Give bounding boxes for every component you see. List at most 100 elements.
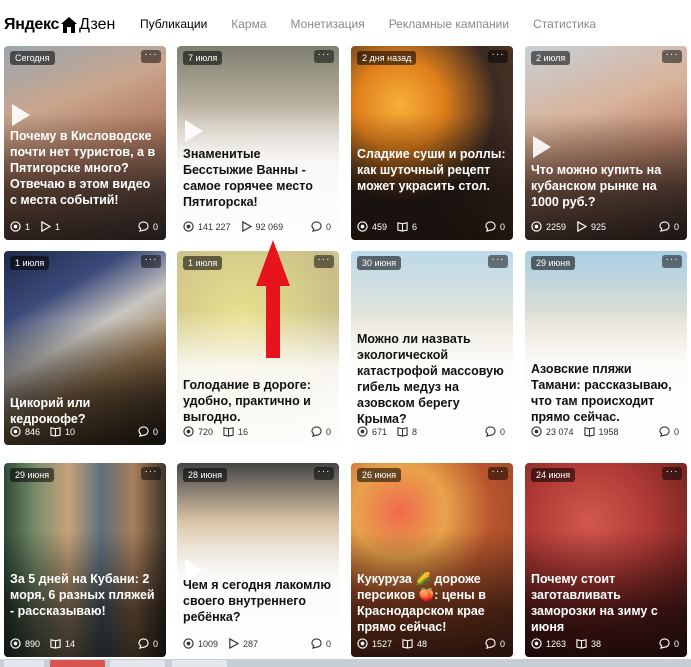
reads-stat: 92 069 xyxy=(241,220,283,234)
reads-stat: 6 xyxy=(397,221,417,234)
book-icon xyxy=(223,426,238,439)
nav-karma[interactable]: Карма xyxy=(231,17,266,31)
card-title: Можно ли назвать экологической катастроф… xyxy=(357,332,504,426)
book-icon xyxy=(402,638,417,651)
card-stats: 1009 287 0 xyxy=(183,637,333,651)
comments-stat: 0 xyxy=(485,425,505,439)
taskbar-button[interactable] xyxy=(110,660,165,667)
views-stat: 720 xyxy=(183,425,213,439)
reads-stat: 14 xyxy=(50,638,75,651)
publication-card[interactable]: 7 июля ··· Знаменитые Бесстыжие Ванны - са… xyxy=(177,46,339,240)
more-options-icon[interactable]: ··· xyxy=(141,255,161,268)
taskbar-button[interactable] xyxy=(50,660,105,667)
more-options-icon[interactable]: ··· xyxy=(662,255,682,268)
comments-count: 0 xyxy=(673,639,679,649)
publication-card[interactable]: Сегодня ··· Почему в Кисловодске почти нет… xyxy=(4,46,166,240)
more-options-icon[interactable]: ··· xyxy=(488,255,508,268)
reads-count: 1958 xyxy=(598,427,619,437)
more-options-icon[interactable]: ··· xyxy=(662,467,682,480)
yandex-zen-logo[interactable]: Яндекс Дзен xyxy=(4,14,115,36)
card-date: 28 июня xyxy=(183,468,228,482)
views-stat: 846 xyxy=(10,425,41,439)
play-icon[interactable] xyxy=(185,120,203,142)
publication-card[interactable]: 24 июня ··· Почему стоит заготавливать зам… xyxy=(525,463,687,657)
reads-count: 48 xyxy=(417,639,428,649)
card-date: 7 июля xyxy=(183,51,223,65)
book-icon xyxy=(583,426,599,439)
reads-count: 16 xyxy=(238,427,249,437)
more-options-icon[interactable]: ··· xyxy=(488,467,508,480)
reads-stat: 48 xyxy=(402,638,427,651)
nav-statistics[interactable]: Статистика xyxy=(533,17,596,31)
comments-stat: 0 xyxy=(659,637,679,651)
eye-icon xyxy=(10,637,25,651)
publication-card[interactable]: 1 июля ··· Цикорий или кедрокофе? 846 10 0 xyxy=(4,251,166,445)
card-date: 2 дня назад xyxy=(357,51,417,65)
more-options-icon[interactable]: ··· xyxy=(314,50,334,63)
publication-card[interactable]: 29 июня ··· Азовские пляжи Тамани: рассказ… xyxy=(525,251,687,445)
card-title: Почему в Кисловодске почти нет туристов,… xyxy=(10,129,156,207)
reads-count: 38 xyxy=(591,639,602,649)
views-stat: 1009 xyxy=(183,637,218,651)
views-stat: 2259 xyxy=(531,220,566,234)
comments-stat: 0 xyxy=(311,220,331,234)
comments-stat: 0 xyxy=(138,220,158,234)
nav-publications[interactable]: Публикации xyxy=(140,17,207,31)
comment-icon xyxy=(311,637,326,651)
publication-card[interactable]: 2 июля ··· Что можно купить на кубанском р… xyxy=(525,46,687,240)
nav-monetization[interactable]: Монетизация xyxy=(291,17,365,31)
card-title: Цикорий или кедрокофе? xyxy=(10,396,91,426)
publication-card[interactable]: 28 июня ··· Чем я сегодня лакомлю своего в… xyxy=(177,463,339,657)
card-stats: 1263 38 0 xyxy=(531,637,681,651)
reads-count: 14 xyxy=(65,639,76,649)
card-title: Сладкие суши и роллы: как шуточный рецеп… xyxy=(357,147,506,193)
comment-icon xyxy=(138,425,153,439)
views-stat: 671 xyxy=(357,425,387,439)
more-options-icon[interactable]: ··· xyxy=(141,50,161,63)
reads-count: 925 xyxy=(591,222,607,232)
publication-card[interactable]: 26 июня ··· Кукуруза 🌽 дороже персиков 🍑: … xyxy=(351,463,513,657)
play-icon xyxy=(241,220,256,234)
comment-icon xyxy=(311,425,326,439)
more-options-icon[interactable]: ··· xyxy=(488,50,508,63)
card-overlay xyxy=(351,46,513,240)
taskbar xyxy=(0,659,691,667)
comments-stat: 0 xyxy=(485,220,505,234)
comment-icon xyxy=(659,637,674,651)
nav-ad-campaigns[interactable]: Рекламные кампании xyxy=(389,17,509,31)
card-title: Чем я сегодня лакомлю своего внутреннего… xyxy=(183,578,332,624)
top-header: Яндекс Дзен Публикации Карма Монетизация… xyxy=(0,0,691,48)
reads-stat: 8 xyxy=(397,426,417,439)
views-count: 846 xyxy=(25,427,41,437)
play-icon[interactable] xyxy=(12,104,30,126)
publication-card[interactable]: 2 дня назад ··· Сладкие суши и роллы: как … xyxy=(351,46,513,240)
book-icon xyxy=(397,426,412,439)
card-stats: 23 074 1958 0 xyxy=(531,425,681,439)
reads-stat: 287 xyxy=(228,637,258,651)
play-icon xyxy=(576,220,591,234)
comments-stat: 0 xyxy=(138,637,158,651)
card-date: 26 июня xyxy=(357,468,402,482)
play-icon[interactable] xyxy=(533,136,551,158)
more-options-icon[interactable]: ··· xyxy=(141,467,161,480)
comments-count: 0 xyxy=(499,427,505,437)
logo-text-zen: Дзен xyxy=(79,16,116,33)
eye-icon xyxy=(10,220,25,234)
reads-stat: 925 xyxy=(576,220,607,234)
taskbar-button[interactable] xyxy=(4,660,44,667)
publication-card[interactable]: 30 июня ··· Можно ли назвать экологической… xyxy=(351,251,513,445)
card-date: Сегодня xyxy=(10,51,55,65)
more-options-icon[interactable]: ··· xyxy=(662,50,682,63)
play-icon xyxy=(40,220,55,234)
views-count: 459 xyxy=(372,222,388,232)
comments-count: 0 xyxy=(152,639,158,649)
card-date: 29 июня xyxy=(531,256,576,270)
views-stat: 141 227 xyxy=(183,220,231,234)
taskbar-button[interactable] xyxy=(172,660,227,667)
publication-card[interactable]: 29 июня ··· За 5 дней на Кубани: 2 моря, 6… xyxy=(4,463,166,657)
more-options-icon[interactable]: ··· xyxy=(314,467,334,480)
more-options-icon[interactable]: ··· xyxy=(314,255,334,268)
card-stats: 846 10 0 xyxy=(10,425,160,439)
comments-count: 0 xyxy=(152,222,158,232)
card-date: 29 июня xyxy=(10,468,55,482)
